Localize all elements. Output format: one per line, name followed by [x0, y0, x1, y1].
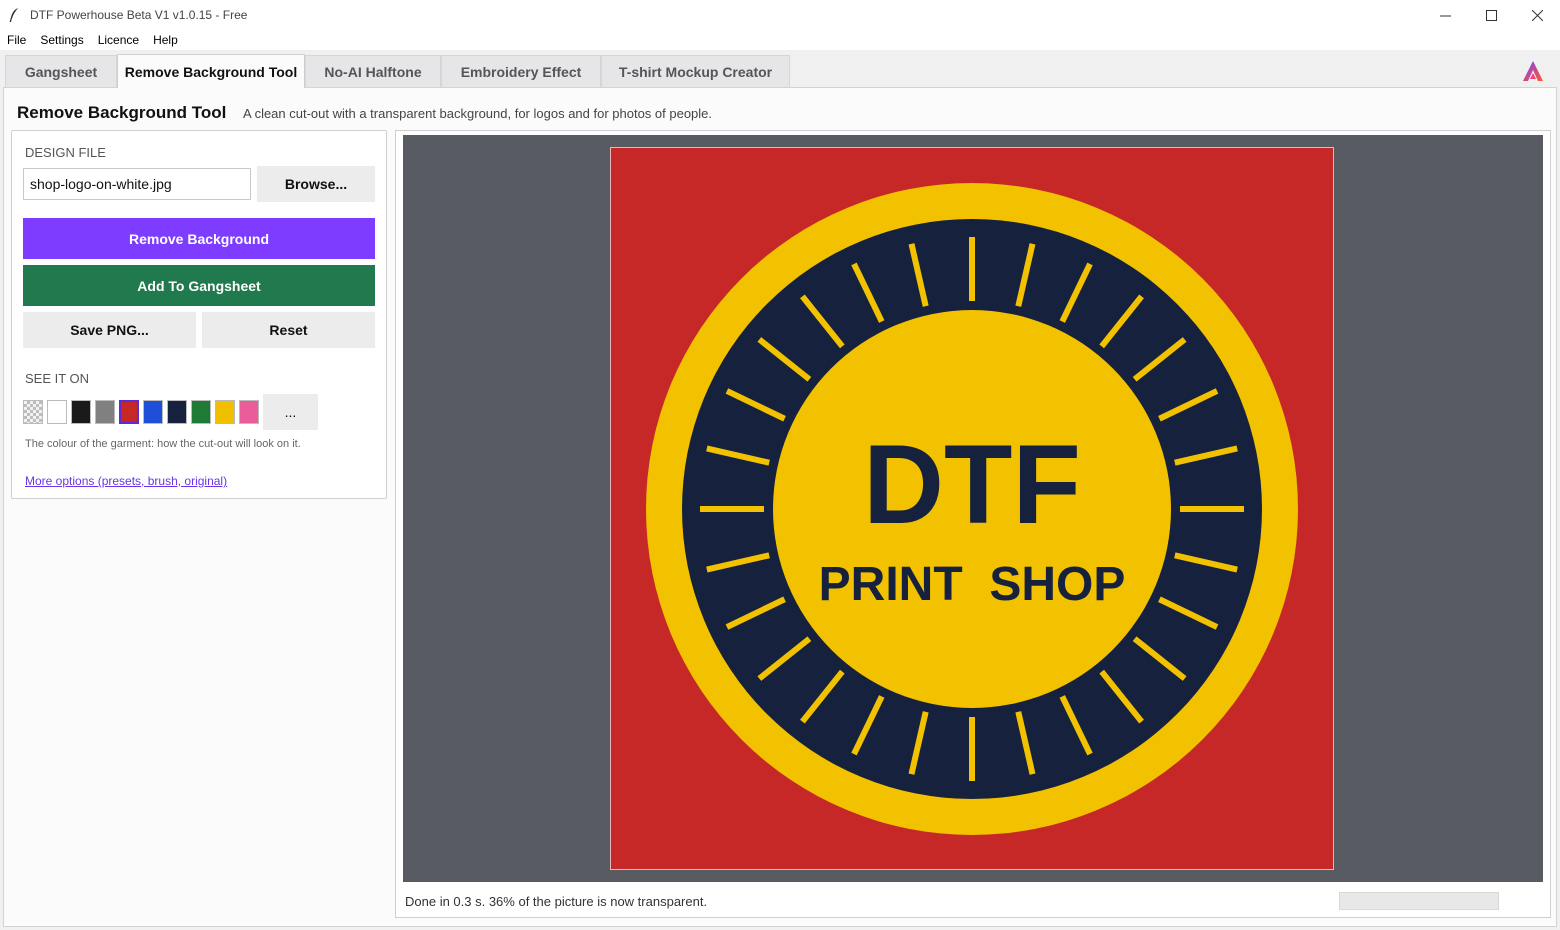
minimize-icon[interactable]	[1422, 0, 1468, 30]
swatch-green[interactable]	[191, 400, 211, 424]
logo-text-dtf: DTF	[863, 422, 1081, 547]
preview-stage: DTF PRINT SHOP	[403, 135, 1543, 882]
swatch-pink[interactable]	[239, 400, 259, 424]
swatch-black[interactable]	[71, 400, 91, 424]
window-title: DTF Powerhouse Beta V1 v1.0.15 - Free	[30, 8, 248, 22]
remove-background-button[interactable]: Remove Background	[23, 218, 375, 259]
more-options-link[interactable]: More options (presets, brush, original)	[25, 474, 227, 488]
see-it-on-label: SEE IT ON	[25, 371, 90, 386]
preview-panel: DTF PRINT SHOP Done in 0.3 s. 36% of the…	[395, 130, 1551, 918]
maximize-icon[interactable]	[1468, 0, 1514, 30]
menu-bar: File Settings Licence Help	[0, 30, 1560, 50]
tab-tshirt-mockup-creator[interactable]: T-shirt Mockup Creator	[601, 55, 790, 87]
save-png-button[interactable]: Save PNG...	[23, 312, 196, 348]
title-bar: DTF Powerhouse Beta V1 v1.0.15 - Free	[0, 0, 1560, 30]
tab-remove-background-tool[interactable]: Remove Background Tool	[117, 54, 305, 88]
tab-embroidery-effect[interactable]: Embroidery Effect	[441, 55, 601, 87]
swatch-hint: The colour of the garment: how the cut-o…	[25, 438, 301, 450]
swatch-red[interactable]	[119, 400, 139, 424]
close-icon[interactable]	[1514, 0, 1560, 30]
swatch-blue[interactable]	[143, 400, 163, 424]
progress-bar	[1339, 892, 1499, 910]
swatch-white[interactable]	[47, 400, 67, 424]
design-file-label: DESIGN FILE	[25, 145, 106, 160]
more-swatches-button[interactable]: ...	[263, 394, 318, 430]
design-file-input[interactable]	[23, 168, 251, 200]
menu-file[interactable]: File	[0, 33, 33, 47]
brand-logo-icon	[1520, 58, 1546, 84]
menu-licence[interactable]: Licence	[91, 33, 146, 47]
tab-no-ai-halftone[interactable]: No-AI Halftone	[305, 55, 441, 87]
swatch-yellow[interactable]	[215, 400, 235, 424]
page-title: Remove Background Tool	[17, 103, 227, 122]
browse-button[interactable]: Browse...	[257, 166, 375, 202]
swatch-transparent[interactable]	[23, 400, 43, 424]
options-card: DESIGN FILE Browse... Remove Background …	[11, 130, 387, 499]
add-to-gangsheet-button[interactable]: Add To Gangsheet	[23, 265, 375, 306]
swatch-grey[interactable]	[95, 400, 115, 424]
status-message: Done in 0.3 s. 36% of the picture is now…	[405, 894, 708, 909]
swatch-navy[interactable]	[167, 400, 187, 424]
tab-bar: Gangsheet Remove Background Tool No-AI H…	[0, 50, 1560, 88]
tab-gangsheet[interactable]: Gangsheet	[5, 55, 117, 87]
menu-help[interactable]: Help	[146, 33, 185, 47]
logo-image: DTF PRINT SHOP	[611, 148, 1333, 869]
feather-icon	[8, 7, 26, 23]
logo-text-print-shop: PRINT SHOP	[819, 558, 1126, 611]
reset-button[interactable]: Reset	[202, 312, 375, 348]
window-controls	[1422, 0, 1560, 30]
logo-preview: DTF PRINT SHOP	[610, 147, 1334, 870]
menu-settings[interactable]: Settings	[33, 33, 90, 47]
tool-content: Remove Background Tool A clean cut-out w…	[3, 87, 1557, 927]
page-subtitle: A clean cut-out with a transparent backg…	[243, 106, 713, 121]
